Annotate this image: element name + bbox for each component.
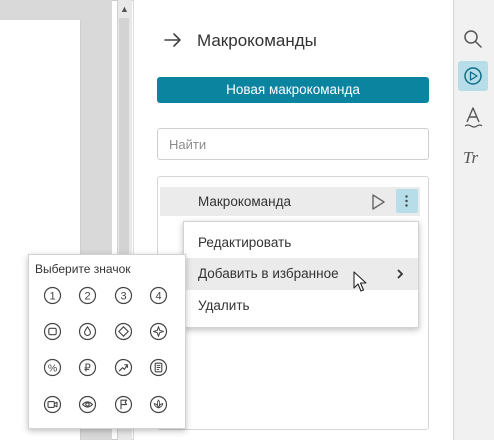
arrow-right-icon[interactable] bbox=[163, 30, 183, 50]
menu-item-edit[interactable]: Редактировать bbox=[184, 227, 418, 259]
svg-text:Tr: Tr bbox=[463, 148, 479, 167]
digit-3-icon[interactable]: 3 bbox=[114, 286, 133, 305]
digit-3-glyph: 3 bbox=[120, 291, 126, 303]
digit-2-glyph: 2 bbox=[84, 291, 90, 303]
digit-1-icon[interactable]: 1 bbox=[43, 286, 62, 305]
digit-4-glyph: 4 bbox=[155, 291, 161, 303]
menu-item-label: Добавить в избранное bbox=[198, 266, 339, 281]
context-menu: Редактировать Добавить в избранное Удали… bbox=[183, 221, 419, 328]
panel-title: Макрокоманды bbox=[197, 31, 317, 50]
ruble-icon[interactable]: ₽ bbox=[78, 358, 97, 377]
digit-4-icon[interactable]: 4 bbox=[149, 286, 168, 305]
menu-item-delete[interactable]: Удалить bbox=[184, 290, 418, 322]
mouse-cursor-icon bbox=[353, 271, 367, 292]
menu-item-add-to-favorites[interactable]: Добавить в избранное bbox=[184, 258, 418, 290]
ruble-glyph: ₽ bbox=[84, 363, 91, 375]
square-icon[interactable] bbox=[43, 322, 62, 341]
scroll-up-arrow-icon[interactable]: ▲ bbox=[117, 2, 132, 16]
icon-picker-title: Выберите значок bbox=[35, 262, 131, 276]
video-icon[interactable] bbox=[43, 395, 62, 414]
text-style-icon[interactable]: Tr bbox=[458, 142, 488, 172]
digit-2-icon[interactable]: 2 bbox=[78, 286, 97, 305]
eye-icon[interactable] bbox=[78, 395, 97, 414]
macro-item-label: Макрокоманда bbox=[198, 194, 292, 209]
percent-icon[interactable]: % bbox=[43, 358, 62, 377]
search-icon[interactable] bbox=[458, 24, 488, 54]
macro-play-icon[interactable] bbox=[458, 61, 488, 91]
diamond-icon[interactable] bbox=[114, 322, 133, 341]
digit-1-glyph: 1 bbox=[49, 291, 55, 303]
search-input[interactable] bbox=[157, 128, 429, 160]
more-options-button[interactable] bbox=[396, 189, 418, 213]
vertical-dots-icon bbox=[405, 195, 408, 207]
percent-glyph: % bbox=[48, 362, 57, 374]
play-icon[interactable] bbox=[369, 192, 387, 212]
new-macro-button[interactable]: Новая макрокоманда bbox=[157, 77, 429, 103]
drop-icon[interactable] bbox=[78, 322, 97, 341]
text-art-icon[interactable] bbox=[458, 102, 488, 132]
lotus-icon[interactable] bbox=[149, 395, 168, 414]
trend-up-icon[interactable] bbox=[114, 358, 133, 377]
chevron-right-icon bbox=[397, 269, 404, 279]
flag-icon[interactable] bbox=[114, 395, 133, 414]
sparkle-icon[interactable] bbox=[149, 322, 168, 341]
document-icon[interactable] bbox=[149, 358, 168, 377]
